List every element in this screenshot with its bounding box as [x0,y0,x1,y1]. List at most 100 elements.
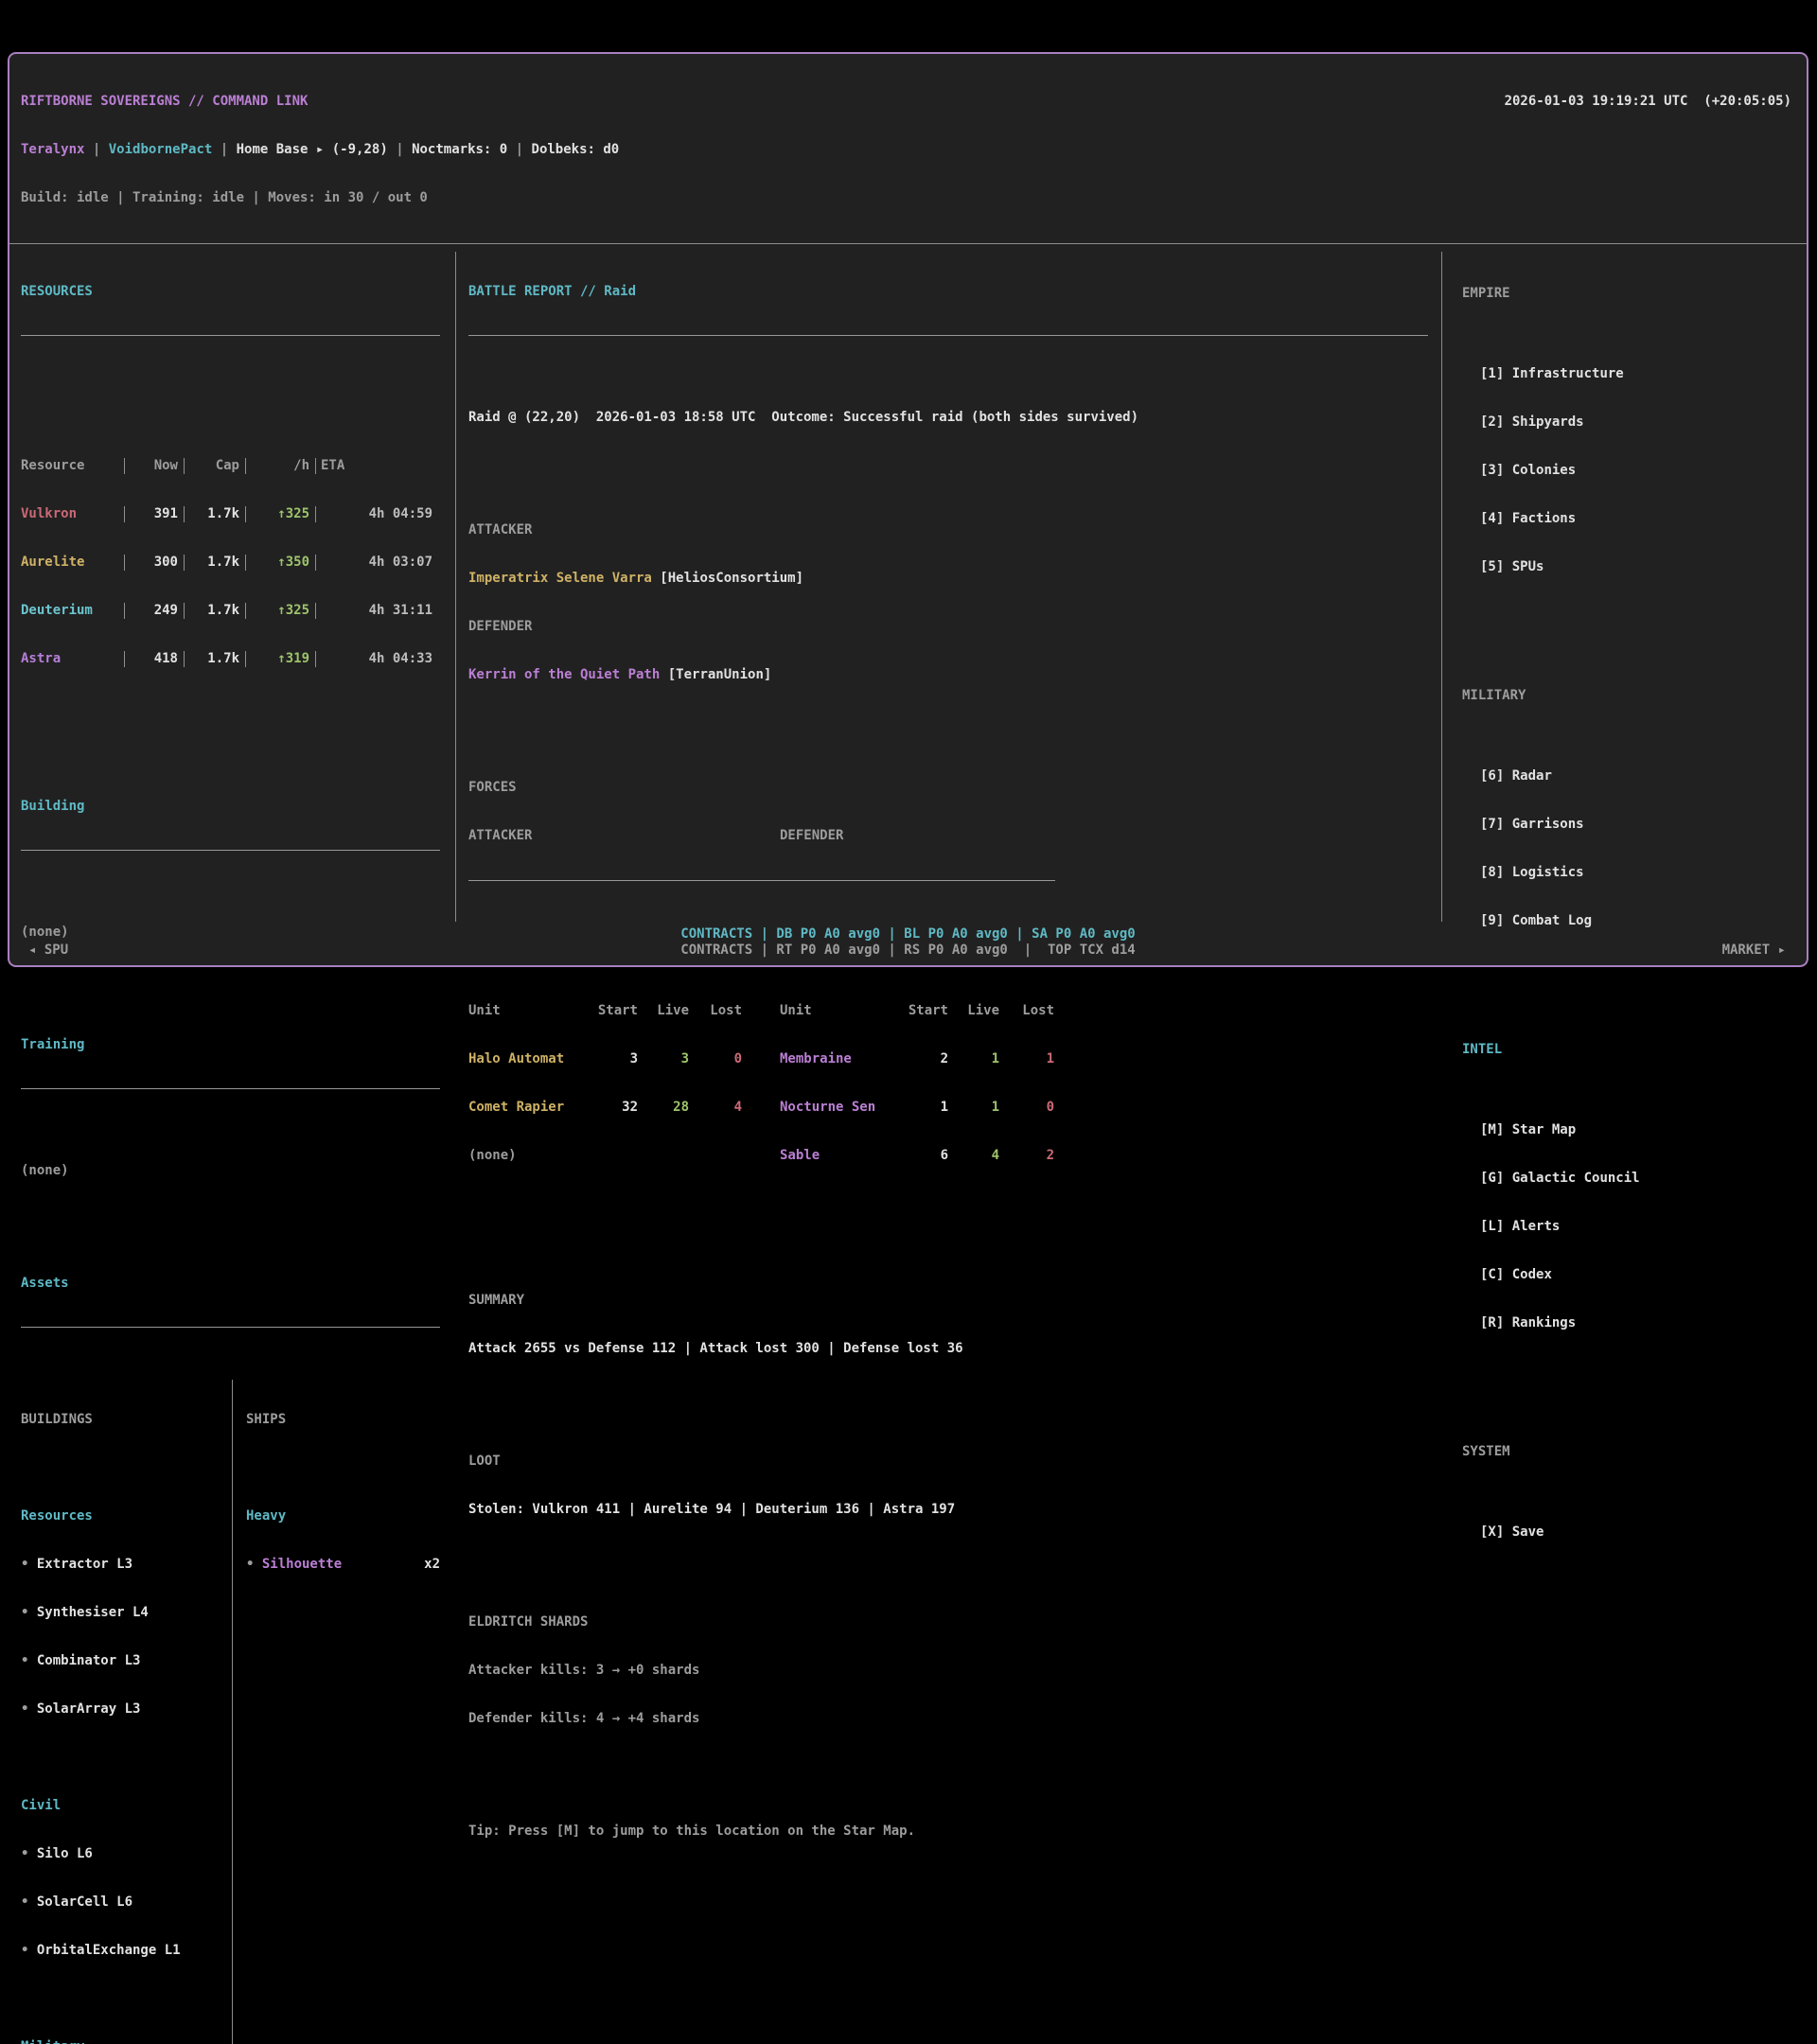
noctmarks-count: Noctmarks: 0 [412,142,507,157]
contracts-ticker-line-1[interactable]: CONTRACTS | DB P0 A0 avg0 | BL P0 A0 avg… [9,926,1807,943]
menu-section-intel: INTEL [1462,1042,1797,1058]
list-item: • OrbitalExchange L1 [21,1943,232,1959]
menu-item-radar[interactable]: [6] Radar [1480,768,1797,784]
summary-label: SUMMARY [468,1293,1428,1309]
hotkey: [X] [1480,1524,1504,1540]
hotkey: [7] [1480,817,1504,832]
command-link-window: RIFTBORNE SOVEREIGNS // COMMAND LINK 202… [8,52,1808,967]
ships-heading: SHIPS [246,1412,440,1428]
divider [468,335,1428,336]
divider [21,1327,440,1328]
menu-item-codex[interactable]: [C] Codex [1480,1267,1797,1283]
hotkey: [8] [1480,865,1504,880]
attacker-name: Imperatrix Selene Varra [468,571,652,586]
menu-section-system: SYSTEM [1462,1444,1797,1460]
status-line-1: Teralynx | VoidbornePact | Home Base ▸ (… [21,142,1791,158]
menu-item-garrisons[interactable]: [7] Garrisons [1480,817,1797,833]
divider [21,850,440,851]
menu-section-military: MILITARY [1462,688,1797,704]
menu-item-spus[interactable]: [5] SPUs [1480,559,1797,575]
divider [21,335,440,336]
battle-report-panel: BATTLE REPORT // Raid Raid @ (22,20) 202… [456,252,1442,922]
attacker-label: ATTACKER [468,522,1428,538]
defender-faction-tag: [TerranUnion] [660,667,771,682]
hotkey: [6] [1480,768,1504,784]
building-group-label: Civil [21,1798,232,1814]
header: RIFTBORNE SOVEREIGNS // COMMAND LINK 202… [9,54,1807,243]
ship-count: x2 [424,1557,440,1573]
status-line-2: Build: idle | Training: idle | Moves: in… [21,190,1791,206]
main-menu-panel: EMPIRE [1] Infrastructure [2] Shipyards … [1442,252,1807,922]
building-group-label: Resources [21,1508,232,1524]
buildings-heading: BUILDINGS [21,1412,232,1428]
ships-column: SHIPS Heavy • Silhouette x2 [233,1380,440,2044]
building-group-label: Military [21,2039,232,2044]
footer-bar: CONTRACTS | DB P0 A0 avg0 | BL P0 A0 avg… [9,922,1807,965]
resource-row: Astra 418 1.7k ↑319 4h 04:33 [21,651,440,667]
player-name: Teralynx [21,142,84,157]
buildings-column: BUILDINGS Resources • Extractor L3 • Syn… [21,1380,233,2044]
ship-group-label: Heavy [246,1508,440,1524]
resource-row: Aurelite 300 1.7k ↑350 4h 03:07 [21,555,440,571]
contracts-ticker-line-2[interactable]: CONTRACTS | RT P0 A0 avg0 | RS P0 A0 avg… [9,943,1807,959]
resources-heading: RESOURCES [21,284,440,300]
base-location: Home Base ▸ (-9,28) [237,142,388,157]
shards-defender-line: Defender kills: 4 → +4 shards [468,1711,1428,1727]
forces-column-headers: ATTACKER DEFENDER [468,828,1428,844]
loot-line: Stolen: Vulkron 411 | Aurelite 94 | Deut… [468,1502,1428,1518]
defender-name: Kerrin of the Quiet Path [468,667,660,682]
resource-row: Vulkron 391 1.7k ↑325 4h 04:59 [21,506,440,522]
defender-label: DEFENDER [468,619,1428,635]
shards-attacker-line: Attacker kills: 3 → +0 shards [468,1663,1428,1679]
list-item: • Synthesiser L4 [21,1605,232,1621]
app-title: RIFTBORNE SOVEREIGNS // COMMAND LINK [21,94,308,110]
menu-item-star-map[interactable]: [M] Star Map [1480,1122,1797,1138]
hotkey: [G] [1480,1171,1504,1186]
list-item: • Silo L6 [21,1846,232,1862]
menu-item-shipyards[interactable]: [2] Shipyards [1480,414,1797,431]
list-item: • SolarCell L6 [21,1894,232,1911]
hotkey: [2] [1480,414,1504,430]
menu-item-rankings[interactable]: [R] Rankings [1480,1315,1797,1331]
hotkey: [1] [1480,366,1504,381]
summary-line: Attack 2655 vs Defense 112 | Attack lost… [468,1341,1428,1357]
menu-item-alerts[interactable]: [L] Alerts [1480,1219,1797,1235]
resources-table: Resource Now Cap /h ETA Vulkron 391 1.7k… [21,426,440,699]
menu-item-save[interactable]: [X] Save [1480,1524,1797,1541]
hotkey: [M] [1480,1122,1504,1137]
forces-table: Unit Start Live Lost Unit Start Live Los… [468,971,1428,1196]
spu-nav-button[interactable]: ◂ SPU [28,943,68,959]
forces-row: (none) Sable 6 4 2 [468,1148,1428,1164]
hotkey: [3] [1480,463,1504,478]
shards-label: ELDRITCH SHARDS [468,1614,1428,1630]
list-item: • SolarArray L3 [21,1701,232,1718]
list-item: • Extractor L3 [21,1557,232,1573]
defender-line: Kerrin of the Quiet Path [TerranUnion] [468,667,1428,683]
menu-section-empire: EMPIRE [1462,286,1797,302]
training-queue-empty: (none) [21,1163,440,1179]
divider [21,1088,440,1089]
resources-panel: RESOURCES Resource Now Cap /h ETA Vulkro… [9,252,456,922]
menu-item-infrastructure[interactable]: [1] Infrastructure [1480,366,1797,382]
divider [468,880,1055,881]
ship-name: Silhouette [262,1557,342,1572]
battle-report-heading: BATTLE REPORT // Raid [468,284,1428,300]
menu-item-colonies[interactable]: [3] Colonies [1480,463,1797,479]
menu-item-galactic-council[interactable]: [G] Galactic Council [1480,1171,1797,1187]
forces-label: FORCES [468,780,1428,796]
training-heading: Training [21,1037,440,1053]
list-item: • Silhouette x2 [246,1557,440,1573]
market-nav-button[interactable]: MARKET ▸ [1722,943,1786,959]
hotkey: [L] [1480,1219,1504,1234]
clock: 2026-01-03 19:19:21 UTC (+20:05:05) [1505,94,1791,110]
building-heading: Building [21,799,440,815]
forces-row: Comet Rapier 32 28 4 Nocturne Sen 1 1 0 [468,1100,1428,1116]
menu-item-factions[interactable]: [4] Factions [1480,511,1797,527]
menu-item-logistics[interactable]: [8] Logistics [1480,865,1797,881]
resource-row: Deuterium 249 1.7k ↑325 4h 31:11 [21,603,440,619]
forces-table-header: Unit Start Live Lost Unit Start Live Los… [468,1003,1428,1019]
hotkey: [C] [1480,1267,1504,1282]
attacker-faction-tag: [HeliosConsortium] [652,571,803,586]
forces-row: Halo Automat 3 3 0 Membraine 2 1 1 [468,1051,1428,1067]
hotkey: [5] [1480,559,1504,574]
